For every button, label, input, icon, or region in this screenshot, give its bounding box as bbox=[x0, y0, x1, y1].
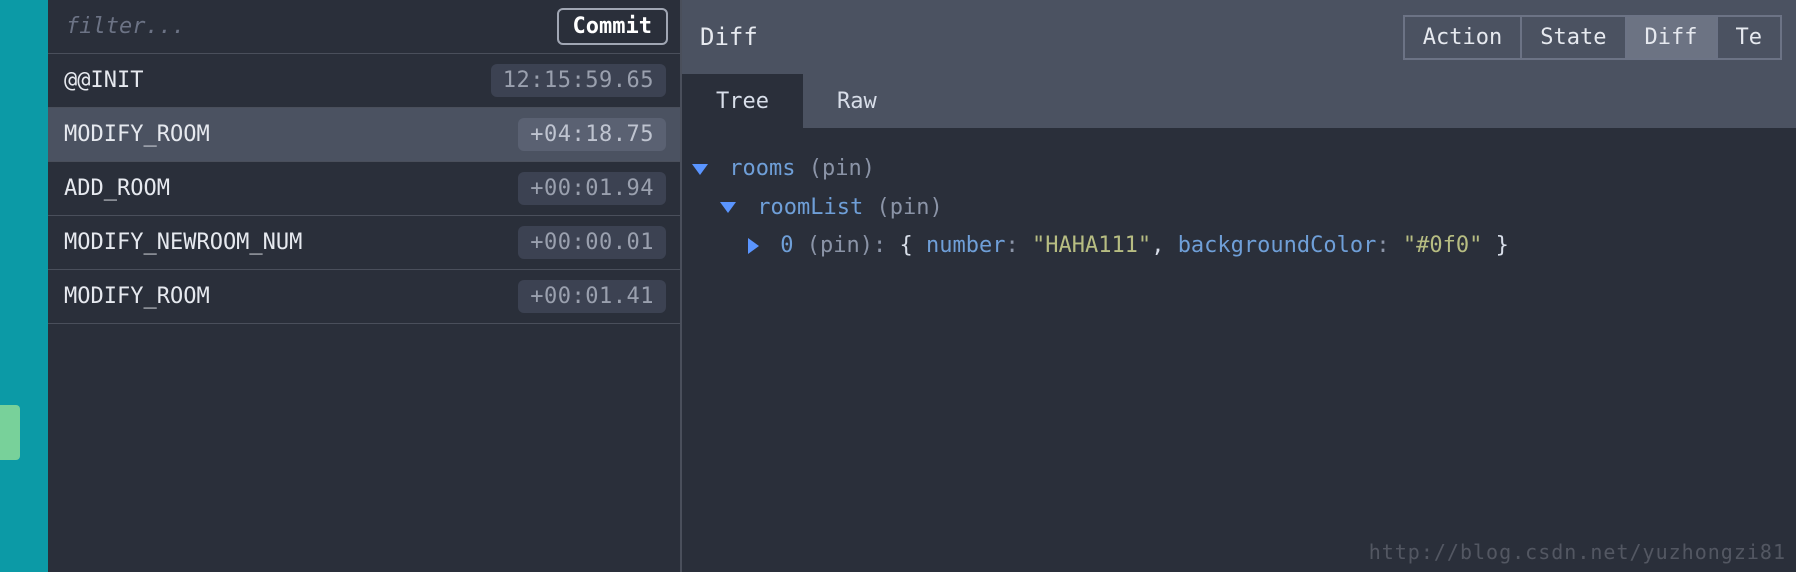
view-tabs: ActionStateDiffTe bbox=[1405, 15, 1782, 60]
view-tab-action[interactable]: Action bbox=[1403, 15, 1522, 60]
action-name: ADD_ROOM bbox=[64, 176, 170, 201]
view-tab-te[interactable]: Te bbox=[1716, 15, 1783, 60]
action-row[interactable]: MODIFY_ROOM +00:01.41 bbox=[48, 270, 680, 324]
action-panel: Commit @@INIT 12:15:59.65 MODIFY_ROOM +04:1… bbox=[48, 0, 682, 572]
view-tab-state[interactable]: State bbox=[1520, 15, 1626, 60]
sub-tab-tree[interactable]: Tree bbox=[682, 74, 803, 128]
filter-row: Commit bbox=[48, 0, 680, 54]
tree-area: rooms (pin) roomList (pin) 0 (pin): { nu… bbox=[682, 128, 1796, 572]
chevron-right-icon[interactable] bbox=[748, 238, 759, 254]
inspector-title: Diff bbox=[696, 23, 758, 51]
inspector-header: Diff ActionStateDiffTe bbox=[682, 0, 1796, 74]
chevron-down-icon[interactable] bbox=[720, 202, 736, 213]
side-strip-indicator bbox=[0, 405, 20, 460]
sub-tab-raw[interactable]: Raw bbox=[803, 74, 911, 128]
action-row[interactable]: MODIFY_NEWROOM_NUM +00:00.01 bbox=[48, 216, 680, 270]
action-name: MODIFY_ROOM bbox=[64, 122, 210, 147]
chevron-down-icon[interactable] bbox=[692, 164, 708, 175]
action-name: MODIFY_ROOM bbox=[64, 284, 210, 309]
tree-pin[interactable]: (pin) bbox=[809, 156, 875, 181]
commit-button[interactable]: Commit bbox=[557, 8, 668, 45]
inspector-panel: Diff ActionStateDiffTe TreeRaw rooms (pi… bbox=[682, 0, 1796, 572]
tree-key: roomList bbox=[757, 195, 863, 220]
tree-colon: : bbox=[1005, 233, 1032, 258]
action-row[interactable]: MODIFY_ROOM +04:18.75 bbox=[48, 108, 680, 162]
tree-key: rooms bbox=[729, 156, 795, 181]
tree-node-leaf[interactable]: 0 (pin): { number: "HAHA111", background… bbox=[692, 227, 1786, 266]
tree-colon: : bbox=[873, 233, 900, 258]
side-strip bbox=[0, 0, 48, 572]
action-time: +00:01.41 bbox=[518, 280, 666, 313]
filter-input[interactable] bbox=[48, 0, 557, 53]
tree-prop-key: number bbox=[926, 233, 1005, 258]
tree-pin[interactable]: (pin) bbox=[876, 195, 942, 220]
action-time: +00:01.94 bbox=[518, 172, 666, 205]
action-time: 12:15:59.65 bbox=[491, 64, 666, 97]
tree-prop-val: "#0f0" bbox=[1403, 233, 1482, 258]
tree-node-rooms[interactable]: rooms (pin) bbox=[692, 150, 1786, 189]
action-row[interactable]: @@INIT 12:15:59.65 bbox=[48, 54, 680, 108]
action-list: @@INIT 12:15:59.65 MODIFY_ROOM +04:18.75 ADD… bbox=[48, 54, 680, 572]
action-row[interactable]: ADD_ROOM +00:01.94 bbox=[48, 162, 680, 216]
app-root: Commit @@INIT 12:15:59.65 MODIFY_ROOM +04:1… bbox=[0, 0, 1796, 572]
sub-tabs: TreeRaw bbox=[682, 74, 1796, 128]
action-time: +04:18.75 bbox=[518, 118, 666, 151]
action-time: +00:00.01 bbox=[518, 226, 666, 259]
tree-prop-key: backgroundColor bbox=[1178, 233, 1377, 258]
action-name: @@INIT bbox=[64, 68, 143, 93]
tree-colon: : bbox=[1376, 233, 1403, 258]
tree-pin[interactable]: (pin) bbox=[807, 233, 873, 258]
comma: , bbox=[1151, 233, 1178, 258]
brace-open: { bbox=[899, 233, 926, 258]
tree-key: 0 bbox=[780, 233, 793, 258]
tree-prop-val: "HAHA111" bbox=[1032, 233, 1151, 258]
tree-node-roomlist[interactable]: roomList (pin) bbox=[692, 189, 1786, 228]
brace-close: } bbox=[1496, 233, 1509, 258]
view-tab-diff[interactable]: Diff bbox=[1625, 15, 1718, 60]
action-name: MODIFY_NEWROOM_NUM bbox=[64, 230, 302, 255]
